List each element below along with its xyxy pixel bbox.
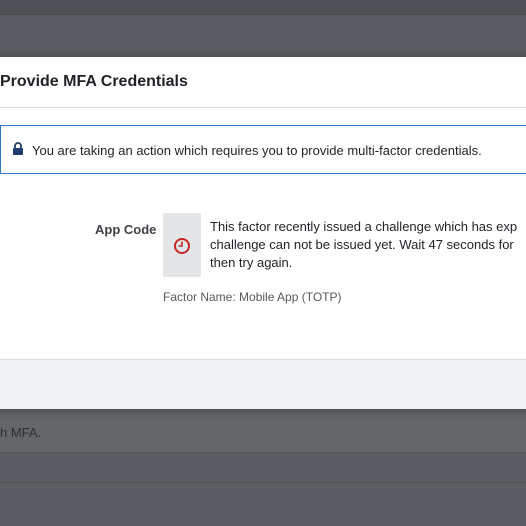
background-row [0, 452, 526, 483]
dialog-header: Provide MFA Credentials [0, 57, 526, 108]
factor-name: Factor Name: Mobile App (TOTP) [163, 290, 342, 304]
dialog-title: Provide MFA Credentials [0, 73, 188, 90]
factor-status-line: This factor recently issued a challenge … [210, 219, 518, 234]
dialog-footer [0, 359, 526, 409]
clock-icon [173, 237, 191, 255]
factor-status-line: challenge can not be issued yet. Wait 47… [210, 237, 514, 252]
lock-icon [12, 142, 24, 155]
app-code-label: App Code [95, 222, 157, 237]
background-top-bar [0, 0, 526, 15]
notice-text: You are taking an action which requires … [32, 143, 482, 158]
factor-status-message: This factor recently issued a challenge … [210, 218, 526, 272]
mfa-dialog: Provide MFA Credentials You are taking a… [0, 57, 526, 409]
mfa-notice: You are taking an action which requires … [0, 125, 526, 174]
background-text: h MFA. [0, 425, 42, 440]
factor-status-box [163, 213, 201, 277]
background-band [0, 408, 526, 453]
factor-status-line: then try again. [210, 255, 293, 270]
